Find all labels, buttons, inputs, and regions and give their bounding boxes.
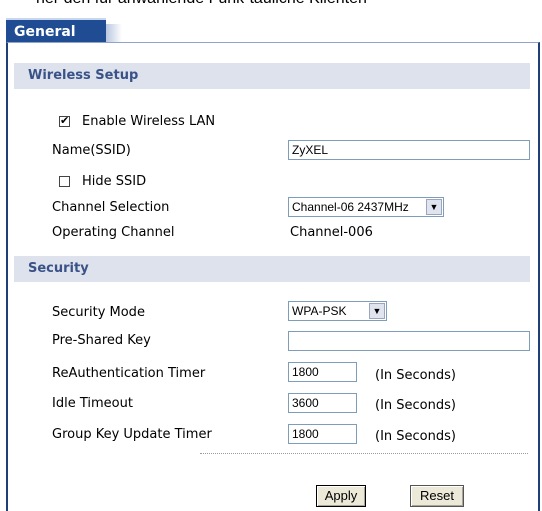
- section-wireless-title: Wireless Setup: [28, 68, 139, 83]
- channel-selection-label: Channel Selection: [52, 200, 170, 215]
- enable-wireless-checkbox[interactable]: [59, 114, 70, 127]
- section-security: Security: [14, 256, 530, 282]
- chevron-down-icon[interactable]: ▼: [426, 199, 442, 215]
- caption-text: ner den für anwählende Funk-tauliche Kli…: [36, 0, 367, 8]
- ssid-input[interactable]: ZyXEL: [288, 140, 530, 160]
- pre-shared-key-input[interactable]: [288, 331, 530, 351]
- group-key-timer-label: Group Key Update Timer: [52, 427, 212, 442]
- reset-button[interactable]: Reset: [410, 485, 464, 507]
- idle-timeout-label: Idle Timeout: [52, 396, 133, 411]
- channel-select[interactable]: Channel-06 2437MHz ▼: [288, 197, 444, 217]
- operating-channel-label: Operating Channel: [52, 225, 175, 240]
- tab-general[interactable]: General: [6, 18, 106, 45]
- reauth-units: (In Seconds): [375, 368, 456, 383]
- hide-ssid-label: Hide SSID: [82, 174, 147, 189]
- enable-wireless-label: Enable Wireless LAN: [82, 114, 216, 129]
- reauth-timer-label: ReAuthentication Timer: [52, 366, 206, 381]
- operating-channel-value: Channel-006: [290, 225, 373, 240]
- tab-general-label: General: [14, 24, 76, 40]
- reauth-timer-input[interactable]: 1800: [288, 362, 357, 382]
- group-key-units: (In Seconds): [375, 429, 456, 444]
- group-key-timer-input[interactable]: 1800: [288, 424, 357, 444]
- hide-ssid-checkbox[interactable]: [59, 176, 70, 187]
- idle-timeout-input[interactable]: 3600: [288, 393, 357, 413]
- tab-bar: General: [0, 10, 542, 53]
- chevron-down-icon[interactable]: ▼: [369, 303, 385, 319]
- pre-shared-key-label: Pre-Shared Key: [52, 333, 151, 348]
- apply-button[interactable]: Apply: [316, 485, 366, 507]
- idle-units: (In Seconds): [375, 398, 456, 413]
- ssid-label: Name(SSID): [52, 143, 131, 158]
- button-divider: [200, 453, 528, 454]
- security-mode-select[interactable]: WPA-PSK ▼: [288, 301, 387, 321]
- section-security-title: Security: [28, 261, 89, 276]
- security-mode-label: Security Mode: [52, 305, 145, 320]
- security-mode-value: WPA-PSK: [292, 304, 347, 318]
- section-wireless-setup: Wireless Setup: [14, 63, 530, 89]
- channel-select-value: Channel-06 2437MHz: [292, 200, 409, 214]
